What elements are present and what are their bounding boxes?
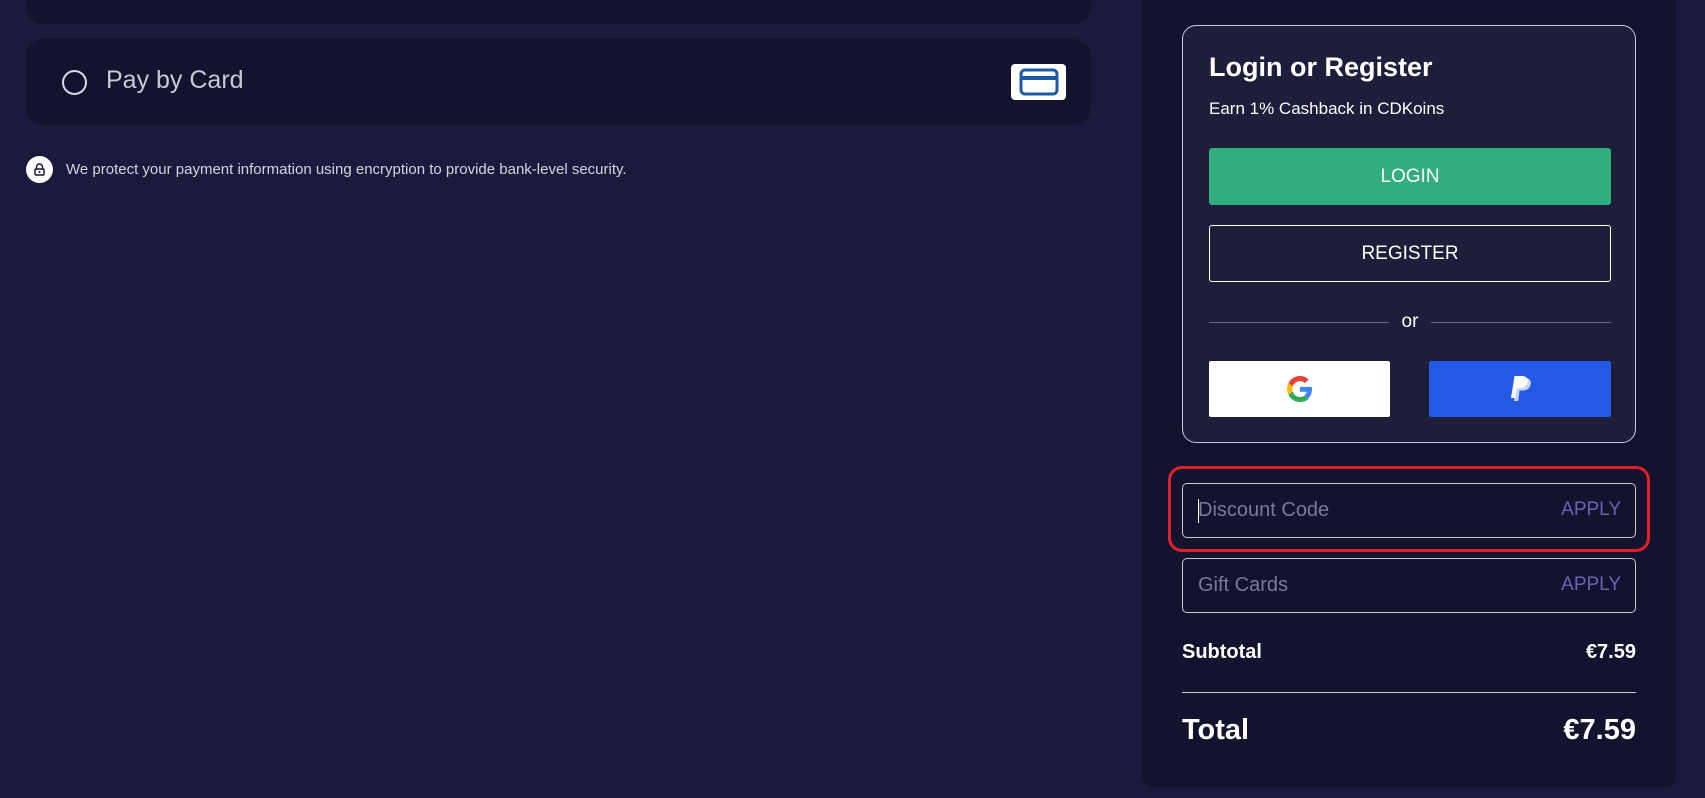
security-note: We protect your payment information usin… [26,156,627,183]
apply-gift-card-button[interactable]: APPLY [1561,574,1621,596]
register-button[interactable]: REGISTER [1209,225,1611,282]
or-label: or [1401,311,1419,332]
total-row: Total €7.59 [1182,714,1636,747]
security-note-text: We protect your payment information usin… [66,161,627,178]
apply-discount-button[interactable]: APPLY [1561,499,1621,521]
total-value: €7.59 [1563,714,1636,746]
google-login-button[interactable] [1209,361,1390,417]
total-divider [1182,692,1636,693]
previous-payment-option [26,0,1091,24]
login-register-panel: Login or Register Earn 1% Cashback in CD… [1182,25,1636,443]
login-title: Login or Register [1209,52,1433,82]
discount-code-field[interactable]: APPLY [1182,483,1636,538]
credit-card-icon [1011,64,1066,100]
login-button[interactable]: LOGIN [1209,148,1611,205]
divider-line [1431,321,1611,323]
discount-code-input[interactable] [1198,484,1528,537]
gift-card-field[interactable]: APPLY [1182,558,1636,613]
subtotal-row: Subtotal €7.59 [1182,641,1636,664]
total-label: Total [1182,714,1250,746]
text-cursor [1198,499,1199,523]
divider-line [1209,321,1389,323]
cashback-subtitle: Earn 1% Cashback in CDKoins [1209,99,1445,118]
google-icon [1286,376,1312,402]
gift-card-input[interactable] [1198,559,1528,612]
paypal-icon [1511,376,1531,401]
subtotal-label: Subtotal [1182,641,1262,663]
order-sidebar: Login or Register Earn 1% Cashback in CD… [1142,0,1676,787]
or-divider: or [1209,311,1611,333]
paypal-login-button[interactable] [1429,361,1611,417]
lock-icon [26,156,53,183]
pay-by-card-label: Pay by Card [106,66,244,94]
subtotal-value: €7.59 [1585,641,1636,663]
pay-by-card-radio[interactable] [62,70,87,95]
pay-by-card-option[interactable]: Pay by Card [26,39,1091,125]
